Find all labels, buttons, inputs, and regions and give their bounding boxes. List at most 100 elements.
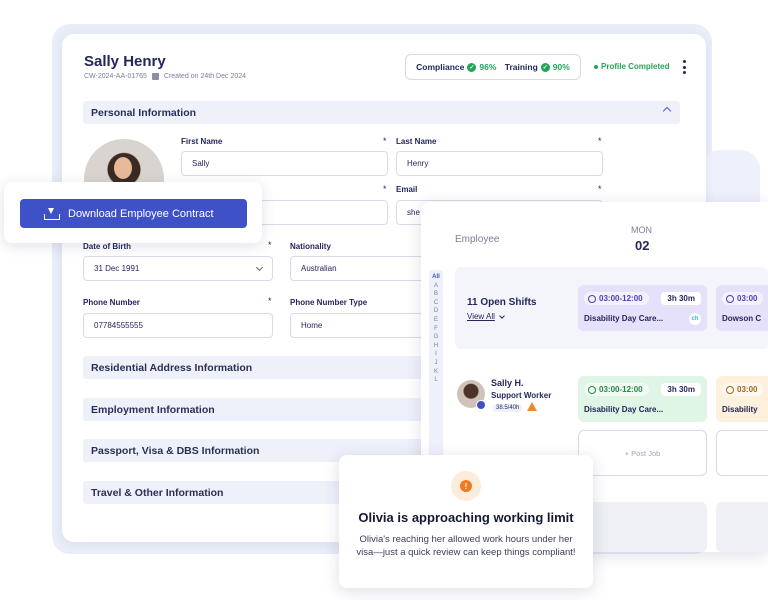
warning-icon: [527, 402, 537, 411]
alpha-letter[interactable]: B: [434, 291, 438, 297]
download-label: Download Employee Contract: [68, 207, 214, 220]
alpha-letter[interactable]: K: [434, 369, 438, 375]
download-contract-button[interactable]: Download Employee Contract: [20, 199, 247, 228]
employee-row-role: Support Worker: [491, 391, 552, 400]
nationality-label: Nationality: [290, 242, 331, 251]
alpha-letter[interactable]: J: [435, 360, 438, 366]
open-shifts-title: 11 Open Shifts: [467, 297, 537, 308]
required-mark: *: [383, 136, 387, 146]
employee-row-name: Sally H.: [491, 378, 524, 388]
phone-type-label: Phone Number Type: [290, 298, 368, 307]
date-label: 02: [635, 238, 650, 253]
alpha-letter[interactable]: F: [434, 326, 438, 332]
calendar-icon: [151, 73, 159, 80]
empty-shift-slot: [578, 502, 707, 552]
shift-time: 03:00: [722, 383, 764, 396]
working-limit-alert: ! Olivia is approaching working limit Ol…: [339, 455, 593, 588]
shift-name: Disability Day Care...: [584, 405, 664, 414]
alert-title: Olivia is approaching working limit: [358, 510, 574, 525]
open-shift-card[interactable]: 03:00-12:00 3h 30m Disability Day Care..…: [578, 285, 707, 331]
phone-type-select[interactable]: Home: [290, 313, 430, 338]
section-title: Personal Information: [91, 106, 197, 119]
alpha-letter[interactable]: H: [434, 343, 438, 349]
phone-label: Phone Number: [83, 298, 140, 307]
clock-icon: [726, 385, 734, 394]
shift-name: Dowson C: [722, 314, 762, 323]
last-name-label: Last Name: [396, 137, 437, 146]
shift-time: 03:00-12:00: [584, 292, 649, 305]
more-options-icon[interactable]: [681, 60, 687, 74]
first-name-label: First Name: [181, 137, 223, 146]
alpha-letter[interactable]: D: [434, 308, 438, 314]
alert-glyph: !: [460, 480, 472, 492]
profile-status-label: Profile Completed: [601, 62, 670, 71]
employee-shift-card[interactable]: 03:00 Disability: [716, 376, 768, 422]
required-mark: *: [268, 240, 272, 250]
compliance-label: Compliance: [416, 62, 465, 72]
employee-id: CW-2024-AA-01765: [84, 73, 147, 80]
shift-time-label: 03:00: [737, 385, 758, 394]
shift-time-label: 03:00-12:00: [599, 294, 643, 303]
alpha-letter[interactable]: G: [434, 334, 439, 340]
training-stat: Training ✓ 90%: [505, 62, 570, 72]
post-job-slot[interactable]: [716, 430, 768, 476]
required-mark: *: [268, 296, 272, 306]
download-icon: [44, 207, 60, 220]
email-label: Email: [396, 185, 418, 194]
employee-name: Sally Henry: [84, 53, 166, 70]
alpha-letter[interactable]: I: [435, 351, 437, 357]
employee-hours-badge: 38.5/40h: [493, 404, 523, 412]
section-travel-other[interactable]: Travel & Other Information: [83, 481, 343, 504]
training-label: Training: [504, 62, 538, 72]
clock-icon: [588, 294, 596, 303]
compliance-stat: Compliance ✓ 96%: [416, 62, 496, 72]
clock-icon: [726, 294, 734, 303]
verified-badge-icon: [476, 400, 486, 410]
profile-status: Profile Completed: [594, 62, 669, 71]
phone-field[interactable]: 07784555555: [83, 313, 273, 338]
alpha-letter[interactable]: C: [434, 300, 438, 306]
compliance-value: 96%: [479, 62, 497, 72]
alpha-letter[interactable]: A: [434, 283, 438, 289]
created-date: Created on 24th Dec 2024: [163, 73, 247, 80]
alpha-all[interactable]: All: [432, 274, 440, 280]
chevron-up-icon[interactable]: [662, 106, 672, 116]
view-all-label: View All: [467, 312, 495, 321]
check-icon: ✓: [467, 62, 477, 72]
alpha-letter[interactable]: L: [434, 377, 437, 383]
shift-name: Disability: [722, 405, 758, 414]
required-mark: *: [598, 184, 602, 194]
last-name-field[interactable]: Henry: [396, 151, 603, 176]
alert-body: Olivia's reaching her allowed work hours…: [356, 534, 576, 558]
status-dot-icon: [594, 64, 598, 69]
first-name-field[interactable]: Sally: [181, 151, 388, 176]
employee-meta: CW-2024-AA-01765 Created on 24th Dec 202…: [84, 73, 246, 80]
clock-icon: [588, 385, 596, 394]
required-mark: *: [598, 136, 602, 146]
shift-duration: 3h 30m: [661, 292, 701, 305]
shift-time: 03:00: [722, 292, 764, 305]
alphabet-filter: All A B C D E F G H I J K L: [429, 270, 443, 460]
section-personal-information[interactable]: Personal Information: [83, 101, 680, 124]
shift-time-label: 03:00-12:00: [599, 385, 643, 394]
section-residential-address[interactable]: Residential Address Information: [83, 356, 428, 379]
dob-select[interactable]: 31 Dec 1991: [83, 256, 273, 281]
shift-duration: 3h 30m: [661, 383, 701, 396]
check-icon: ✓: [540, 62, 550, 72]
open-shift-card[interactable]: 03:00 Dowson C: [716, 285, 768, 331]
day-label: MON: [631, 225, 652, 235]
employee-column-header: Employee: [455, 234, 500, 245]
required-mark: *: [383, 184, 387, 194]
alpha-letter[interactable]: E: [434, 317, 438, 323]
post-job-button[interactable]: + Post Job: [578, 430, 707, 476]
view-all-link[interactable]: View All: [467, 312, 505, 321]
section-employment[interactable]: Employment Information: [83, 398, 428, 421]
shift-name: Disability Day Care...: [584, 314, 664, 323]
employee-shift-card[interactable]: 03:00-12:00 3h 30m Disability Day Care..…: [578, 376, 707, 422]
brand-logo-icon: ch: [689, 313, 701, 325]
dob-value: 31 Dec 1991: [94, 264, 140, 273]
compliance-stats: Compliance ✓ 96% Training ✓ 90%: [405, 54, 581, 80]
chevron-down-icon: [499, 312, 505, 319]
nationality-select[interactable]: Australian: [290, 256, 430, 281]
shift-time-label: 03:00: [737, 294, 758, 303]
